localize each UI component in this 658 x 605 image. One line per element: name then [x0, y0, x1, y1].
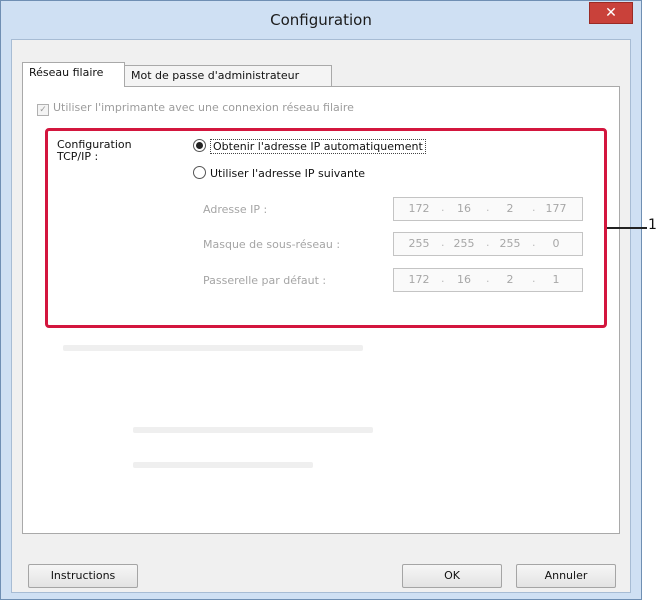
tab-wired-lan[interactable]: Réseau filaire: [22, 62, 125, 87]
faded-background-text: [133, 427, 373, 433]
instructions-button[interactable]: Instructions: [28, 564, 138, 588]
dialog-title: Configuration: [270, 11, 372, 29]
wired-connection-checkbox[interactable]: ✓: [37, 104, 49, 116]
callout-highlight-box: [45, 128, 607, 328]
faded-background-text: [63, 345, 363, 351]
tab-admin-password[interactable]: Mot de passe d'administrateur: [124, 65, 332, 86]
callout-leader-line: [607, 227, 647, 229]
cancel-button[interactable]: Annuler: [516, 564, 616, 588]
close-button[interactable]: ✕: [589, 2, 633, 24]
wired-connection-checkbox-row[interactable]: ✓ Utiliser l'imprimante avec une connexio…: [37, 101, 354, 116]
faded-background-text: [133, 462, 313, 468]
ok-button[interactable]: OK: [402, 564, 502, 588]
callout-number: 1: [648, 217, 657, 233]
wired-connection-label: Utiliser l'imprimante avec une connexion…: [53, 101, 354, 114]
title-bar[interactable]: Configuration ✕: [1, 1, 641, 39]
